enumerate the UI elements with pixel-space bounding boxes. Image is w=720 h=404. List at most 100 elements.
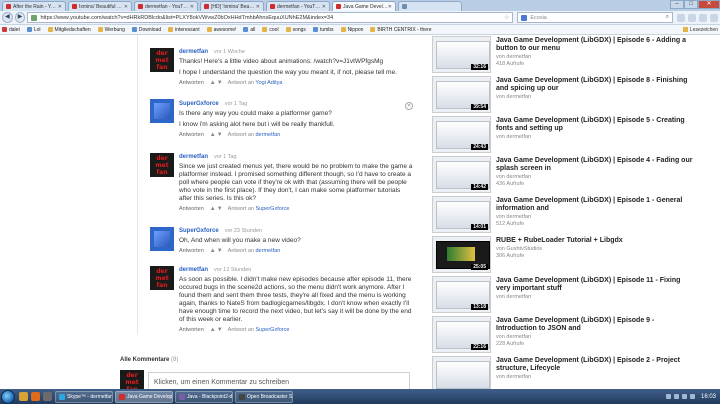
tab-close-icon[interactable]: ✕ — [58, 4, 62, 10]
related-video[interactable]: 39:54 Java Game Development (LibGDX) | Ep… — [432, 76, 702, 114]
back-icon[interactable]: ◀ — [2, 12, 13, 23]
app-icon[interactable] — [43, 392, 52, 401]
menu-icon[interactable] — [709, 13, 718, 22]
thumbs-up-icon[interactable]: ▲ — [210, 206, 216, 212]
tab-close-icon[interactable]: ✕ — [124, 4, 128, 10]
home-icon[interactable] — [687, 13, 696, 22]
tray-icon[interactable] — [665, 394, 671, 399]
bookmarks-menu[interactable]: Lesezeichen — [682, 27, 718, 33]
comment-time[interactable]: vor 23 Stunden — [225, 228, 262, 234]
taskbar-button[interactable]: Open Broadcaster So... — [235, 390, 293, 403]
thumbs-down-icon[interactable]: ▼ — [217, 206, 223, 212]
maximize-button[interactable]: □ — [684, 0, 698, 9]
download-icon[interactable] — [676, 13, 685, 22]
browser-tab[interactable]: [HD] 'Ixmina' Beautiful Chillstep Ma...✕ — [200, 1, 264, 11]
tray-icon[interactable] — [673, 394, 679, 399]
thumbs-down-icon[interactable]: ▼ — [217, 327, 223, 333]
video-title[interactable]: Java Game Development (LibGDX) | Episode… — [496, 277, 696, 293]
video-thumbnail[interactable]: 25:05 — [432, 236, 491, 273]
video-title[interactable]: Java Game Development (LibGDX) | Episode… — [496, 77, 696, 93]
video-thumbnail[interactable]: 14:42 — [432, 156, 491, 193]
video-thumbnail[interactable]: 39:54 — [432, 76, 491, 113]
comment-author[interactable]: SuperGxforce — [179, 101, 219, 107]
browser-tab[interactable] — [398, 1, 462, 11]
related-video[interactable]: 25:05 RUBE + RubeLoader Tutorial + Libgdx… — [432, 236, 702, 274]
bookmark-star-icon[interactable]: ☆ — [504, 14, 509, 21]
comment-author[interactable]: SuperGxforce — [179, 228, 219, 234]
bookmark-item[interactable]: dalet — [2, 27, 20, 33]
minimize-button[interactable]: – — [670, 0, 684, 9]
search-box[interactable]: Ecosia ⌕ — [517, 12, 673, 23]
taskbar-button[interactable]: Java Game Develop... — [115, 390, 173, 403]
bookmark-item[interactable]: BIRTH CENTRIX - there — [370, 27, 432, 33]
tab-close-icon[interactable]: ✕ — [256, 4, 260, 10]
bookmark-item[interactable]: all — [243, 27, 255, 33]
video-title[interactable]: RUBE + RubeLoader Tutorial + Libgdx — [496, 237, 696, 245]
video-thumbnail[interactable]: 13:18 — [432, 276, 491, 313]
video-thumbnail[interactable]: 14:01 — [432, 196, 491, 233]
video-title[interactable]: Java Game Development (LibGDX) | Episode… — [496, 37, 696, 53]
avatar[interactable] — [150, 99, 174, 123]
reply-button[interactable]: Antworten — [179, 248, 204, 254]
thumbs-down-icon[interactable]: ▼ — [217, 80, 223, 86]
bookmark-item[interactable]: cool — [262, 27, 279, 33]
firefox-icon[interactable] — [31, 392, 40, 401]
thumbs-up-icon[interactable]: ▲ — [210, 248, 216, 254]
browser-tab[interactable]: After the Rain - YouTube✕ — [2, 1, 66, 11]
video-thumbnail[interactable] — [432, 356, 491, 389]
browser-tab[interactable]: Java Game Development (LibGDX) | E...✕ — [332, 1, 396, 11]
browser-tab[interactable]: dermetfan - YouTube ✕ — [134, 1, 198, 11]
browser-tab[interactable]: Ixmina' Beautiful Chillstep Ma...✕ — [68, 1, 132, 11]
clock[interactable]: 16:03 — [701, 394, 716, 400]
browser-tab[interactable]: dermetfan - YouTube ✕ — [266, 1, 330, 11]
comment-author[interactable]: dermetfan — [179, 49, 208, 55]
reply-button[interactable]: Antworten — [179, 327, 204, 333]
related-video[interactable]: 22:16 Java Game Development (LibGDX) | Ep… — [432, 316, 702, 354]
network-icon[interactable] — [689, 394, 695, 399]
video-title[interactable]: Java Game Development (LibGDX) | Episode… — [496, 357, 696, 373]
tab-close-icon[interactable]: ✕ — [190, 4, 194, 10]
bookmark-item[interactable]: Mitgliedschaften — [47, 27, 91, 33]
video-thumbnail[interactable]: 32:16 — [432, 36, 491, 73]
bookmark-item[interactable]: Download — [131, 27, 161, 33]
in-response-link[interactable]: SuperGxforce — [256, 327, 290, 333]
related-video[interactable]: 32:16 Java Game Development (LibGDX) | Ep… — [432, 36, 702, 74]
close-icon[interactable]: ✕ — [405, 102, 413, 110]
thumbs-down-icon[interactable]: ▼ — [217, 248, 223, 254]
comment-time[interactable]: vor 1 Woche — [214, 49, 245, 55]
related-video[interactable]: Java Game Development (LibGDX) | Episode… — [432, 356, 702, 389]
addon-icon[interactable] — [698, 13, 707, 22]
comment-time[interactable]: vor 1 Tag — [214, 154, 237, 160]
related-video[interactable]: 14:01 Java Game Development (LibGDX) | Ep… — [432, 196, 702, 234]
close-window-button[interactable]: ✕ — [698, 0, 720, 9]
comment-time[interactable]: vor 12 Stunden — [214, 267, 251, 273]
in-response-link[interactable]: dermetfan — [256, 248, 281, 254]
tab-close-icon[interactable]: ✕ — [322, 4, 326, 10]
start-button[interactable] — [1, 389, 15, 404]
video-thumbnail[interactable]: 24:43 — [432, 116, 491, 153]
explorer-icon[interactable] — [19, 392, 28, 401]
in-response-link[interactable]: Yogi Aditya — [255, 80, 282, 86]
bookmark-item[interactable]: Lol — [26, 27, 41, 33]
taskbar-button[interactable]: Skype™ - dermetfan — [55, 390, 113, 403]
bookmark-item[interactable]: Werbung — [97, 27, 125, 33]
video-thumbnail[interactable]: 22:16 — [432, 316, 491, 353]
bookmark-item[interactable]: tumbs — [312, 27, 334, 33]
volume-icon[interactable] — [681, 394, 687, 399]
thumbs-up-icon[interactable]: ▲ — [210, 327, 216, 333]
avatar[interactable]: der met fan — [150, 153, 174, 177]
video-title[interactable]: Java Game Development (LibGDX) | Episode… — [496, 117, 696, 133]
video-title[interactable]: Java Game Development (LibGDX) | Episode… — [496, 157, 696, 173]
video-title[interactable]: Java Game Development (LibGDX) | Episode… — [496, 317, 696, 333]
thumbs-down-icon[interactable]: ▼ — [217, 132, 223, 138]
related-video[interactable]: 14:42 Java Game Development (LibGDX) | Ep… — [432, 156, 702, 194]
in-response-link[interactable]: SuperGxforce — [256, 206, 290, 212]
thumbs-up-icon[interactable]: ▲ — [210, 80, 216, 86]
comment-author[interactable]: dermetfan — [179, 267, 208, 273]
comment-time[interactable]: vor 1 Tag — [225, 101, 248, 107]
address-bar[interactable]: https://www.youtube.com/watch?v=dHRkRDBl… — [27, 12, 514, 23]
forward-icon[interactable]: ▶ — [14, 12, 26, 23]
avatar[interactable]: der met fan — [150, 48, 174, 72]
bookmark-item[interactable]: interessant — [168, 27, 200, 33]
search-icon[interactable]: ⌕ — [666, 14, 669, 21]
